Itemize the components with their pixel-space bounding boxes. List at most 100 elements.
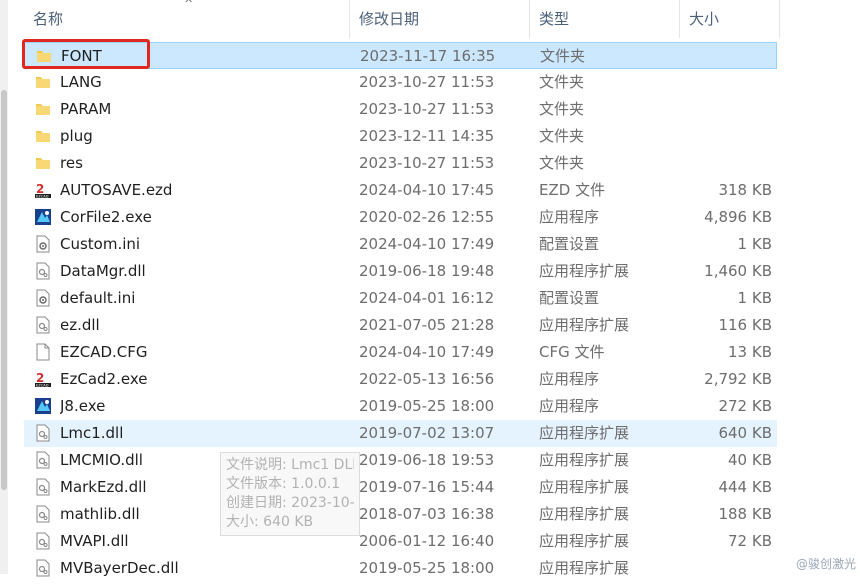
file-name: Lmc1.dll [60, 424, 124, 442]
file-type: 应用程序扩展 [539, 505, 630, 523]
file-type: 应用程序扩展 [539, 316, 630, 334]
file-size: 1 KB [737, 289, 772, 307]
file-size: 1,460 KB [704, 262, 772, 280]
file-row[interactable]: MarkEzd.dll 2019-07-16 15:44 应用程序扩展 444 KB [24, 474, 784, 501]
file-row[interactable]: J8.exe 2019-05-25 18:00 应用程序 272 KB [24, 393, 784, 420]
file-size [675, 43, 773, 70]
file-row[interactable]: ez.dll 2021-07-05 21:28 应用程序扩展 116 KB [24, 312, 784, 339]
file-modified-date: 2023-12-11 14:35 [359, 127, 495, 145]
dll-file-icon [34, 559, 52, 577]
file-name: EZCAD.CFG [60, 343, 148, 361]
file-row[interactable]: res 2023-10-27 11:53 文件夹 [24, 150, 784, 177]
dll-file-icon [34, 316, 52, 334]
file-type: 文件夹 [539, 73, 585, 91]
file-type: 文件夹 [539, 154, 585, 172]
file-size [674, 123, 772, 150]
file-size: 40 KB [728, 451, 772, 469]
file-name: CorFile2.exe [60, 208, 152, 226]
file-info-tooltip: 文件说明: Lmc1 DLL 文件版本: 1.0.0.1 创建日期: 2023-… [220, 452, 360, 536]
folder-icon [34, 154, 52, 172]
file-size: 318 KB [718, 181, 772, 199]
settings-file-icon [34, 235, 52, 253]
file-row[interactable]: MVBayerDec.dll 2019-05-25 18:00 应用程序扩展 [24, 555, 784, 582]
file-modified-date: 2019-06-18 19:53 [359, 451, 495, 469]
file-type: 应用程序 [539, 397, 600, 415]
file-type: 配置设置 [539, 289, 600, 307]
file-size: 116 KB [718, 316, 772, 334]
file-modified-date: 2019-07-02 13:07 [359, 424, 495, 442]
file-row[interactable]: MVAPI.dll 2006-01-12 16:40 应用程序扩展 72 KB [24, 528, 784, 555]
file-name: Custom.ini [60, 235, 141, 253]
file-row[interactable]: mathlib.dll 2018-07-03 16:38 应用程序扩展 188 KB [24, 501, 784, 528]
tooltip-version: 文件版本: 1.0.0.1 [226, 476, 341, 492]
file-row[interactable]: plug 2023-12-11 14:35 文件夹 [24, 123, 784, 150]
file-type: 文件夹 [539, 127, 585, 145]
file-modified-date: 2021-07-05 21:28 [359, 316, 495, 334]
file-type: 应用程序 [539, 370, 600, 388]
file-modified-date: 2006-01-12 16:40 [359, 532, 495, 550]
file-modified-date: 2024-04-10 17:45 [359, 181, 495, 199]
file-name: PARAM [60, 100, 112, 118]
file-size: 4,896 KB [704, 208, 772, 226]
folder-icon [34, 73, 52, 91]
blank-file-icon [34, 343, 52, 361]
file-size: 188 KB [718, 505, 772, 523]
file-size [674, 555, 772, 582]
file-row[interactable]: default.ini 2024-04-01 16:12 配置设置 1 KB [24, 285, 784, 312]
file-modified-date: 2024-04-01 16:12 [359, 289, 495, 307]
column-header-date[interactable]: 修改日期 [350, 0, 530, 38]
dll-file-icon [34, 478, 52, 496]
folder-icon [34, 100, 52, 118]
file-type: 配置设置 [539, 235, 600, 253]
column-header-date-label: 修改日期 [359, 10, 420, 28]
svg-text:EZCAD: EZCAD [36, 384, 49, 388]
file-modified-date: 2024-04-10 17:49 [359, 235, 495, 253]
file-row[interactable]: Lmc1.dll 2019-07-02 13:07 应用程序扩展 640 KB [24, 420, 777, 447]
file-row[interactable]: Custom.ini 2024-04-10 17:49 配置设置 1 KB [24, 231, 784, 258]
file-row[interactable]: CorFile2.exe 2020-02-26 12:55 应用程序 4,896 KB [24, 204, 784, 231]
ezcad-file-icon: 2 EZCAD [34, 181, 52, 199]
file-row[interactable]: 2 EZCAD EzCad2.exe 2022-05-13 16:56 应用程序 2,79… [24, 366, 784, 393]
app-exe-icon [34, 397, 52, 415]
file-row[interactable]: LANG 2023-10-27 11:53 文件夹 [24, 69, 784, 96]
file-name: DataMgr.dll [60, 262, 146, 280]
file-size [674, 150, 772, 177]
column-header-size[interactable]: 大小 [680, 0, 780, 38]
file-list: FONT 2023-11-17 16:35 文件夹 LANG 2023-10-27 11… [24, 42, 784, 582]
file-size [674, 96, 772, 123]
column-header-name-label: 名称 [33, 10, 64, 28]
scrollbar-thumb[interactable] [1, 90, 7, 490]
file-type: CFG 文件 [539, 343, 605, 361]
file-name: MVBayerDec.dll [60, 559, 179, 577]
dll-file-icon [34, 451, 52, 469]
tooltip-size: 大小: 640 KB [226, 514, 314, 530]
vertical-scrollbar[interactable] [0, 0, 8, 574]
file-size: 640 KB [718, 424, 772, 442]
column-header-type-label: 类型 [539, 10, 570, 28]
column-header-bar: 名称 ^ 修改日期 类型 大小 [24, 0, 784, 38]
file-modified-date: 2023-10-27 11:53 [359, 73, 495, 91]
file-row[interactable]: PARAM 2023-10-27 11:53 文件夹 [24, 96, 784, 123]
tooltip-created: 创建日期: 2023-10-27 11:53 [226, 495, 354, 511]
file-row[interactable]: LMCMIO.dll 2019-06-18 19:53 应用程序扩展 40 KB [24, 447, 784, 474]
column-header-name[interactable]: 名称 ^ [24, 0, 350, 38]
file-name: default.ini [60, 289, 136, 307]
sort-ascending-icon: ^ [184, 0, 194, 10]
file-type: 应用程序扩展 [539, 451, 630, 469]
file-row[interactable]: 2 EZCAD AUTOSAVE.ezd 2024-04-10 17:45 EZD 文件… [24, 177, 784, 204]
dll-file-icon [34, 532, 52, 550]
file-name: LANG [60, 73, 102, 91]
tooltip-description: 文件说明: Lmc1 DLL [226, 457, 354, 473]
file-modified-date: 2018-07-03 16:38 [359, 505, 495, 523]
file-type: 应用程序扩展 [539, 262, 630, 280]
file-size: 444 KB [718, 478, 772, 496]
file-modified-date: 2023-10-27 11:53 [359, 100, 495, 118]
file-size: 2,792 KB [704, 370, 772, 388]
settings-file-icon [34, 289, 52, 307]
file-modified-date: 2019-05-25 18:00 [359, 559, 495, 577]
file-type: 应用程序扩展 [539, 478, 630, 496]
file-row[interactable]: EZCAD.CFG 2024-04-10 17:49 CFG 文件 13 KB [24, 339, 784, 366]
file-row[interactable]: DataMgr.dll 2019-06-18 19:48 应用程序扩展 1,460 K… [24, 258, 784, 285]
file-type: 文件夹 [540, 47, 586, 65]
column-header-type[interactable]: 类型 [530, 0, 680, 38]
